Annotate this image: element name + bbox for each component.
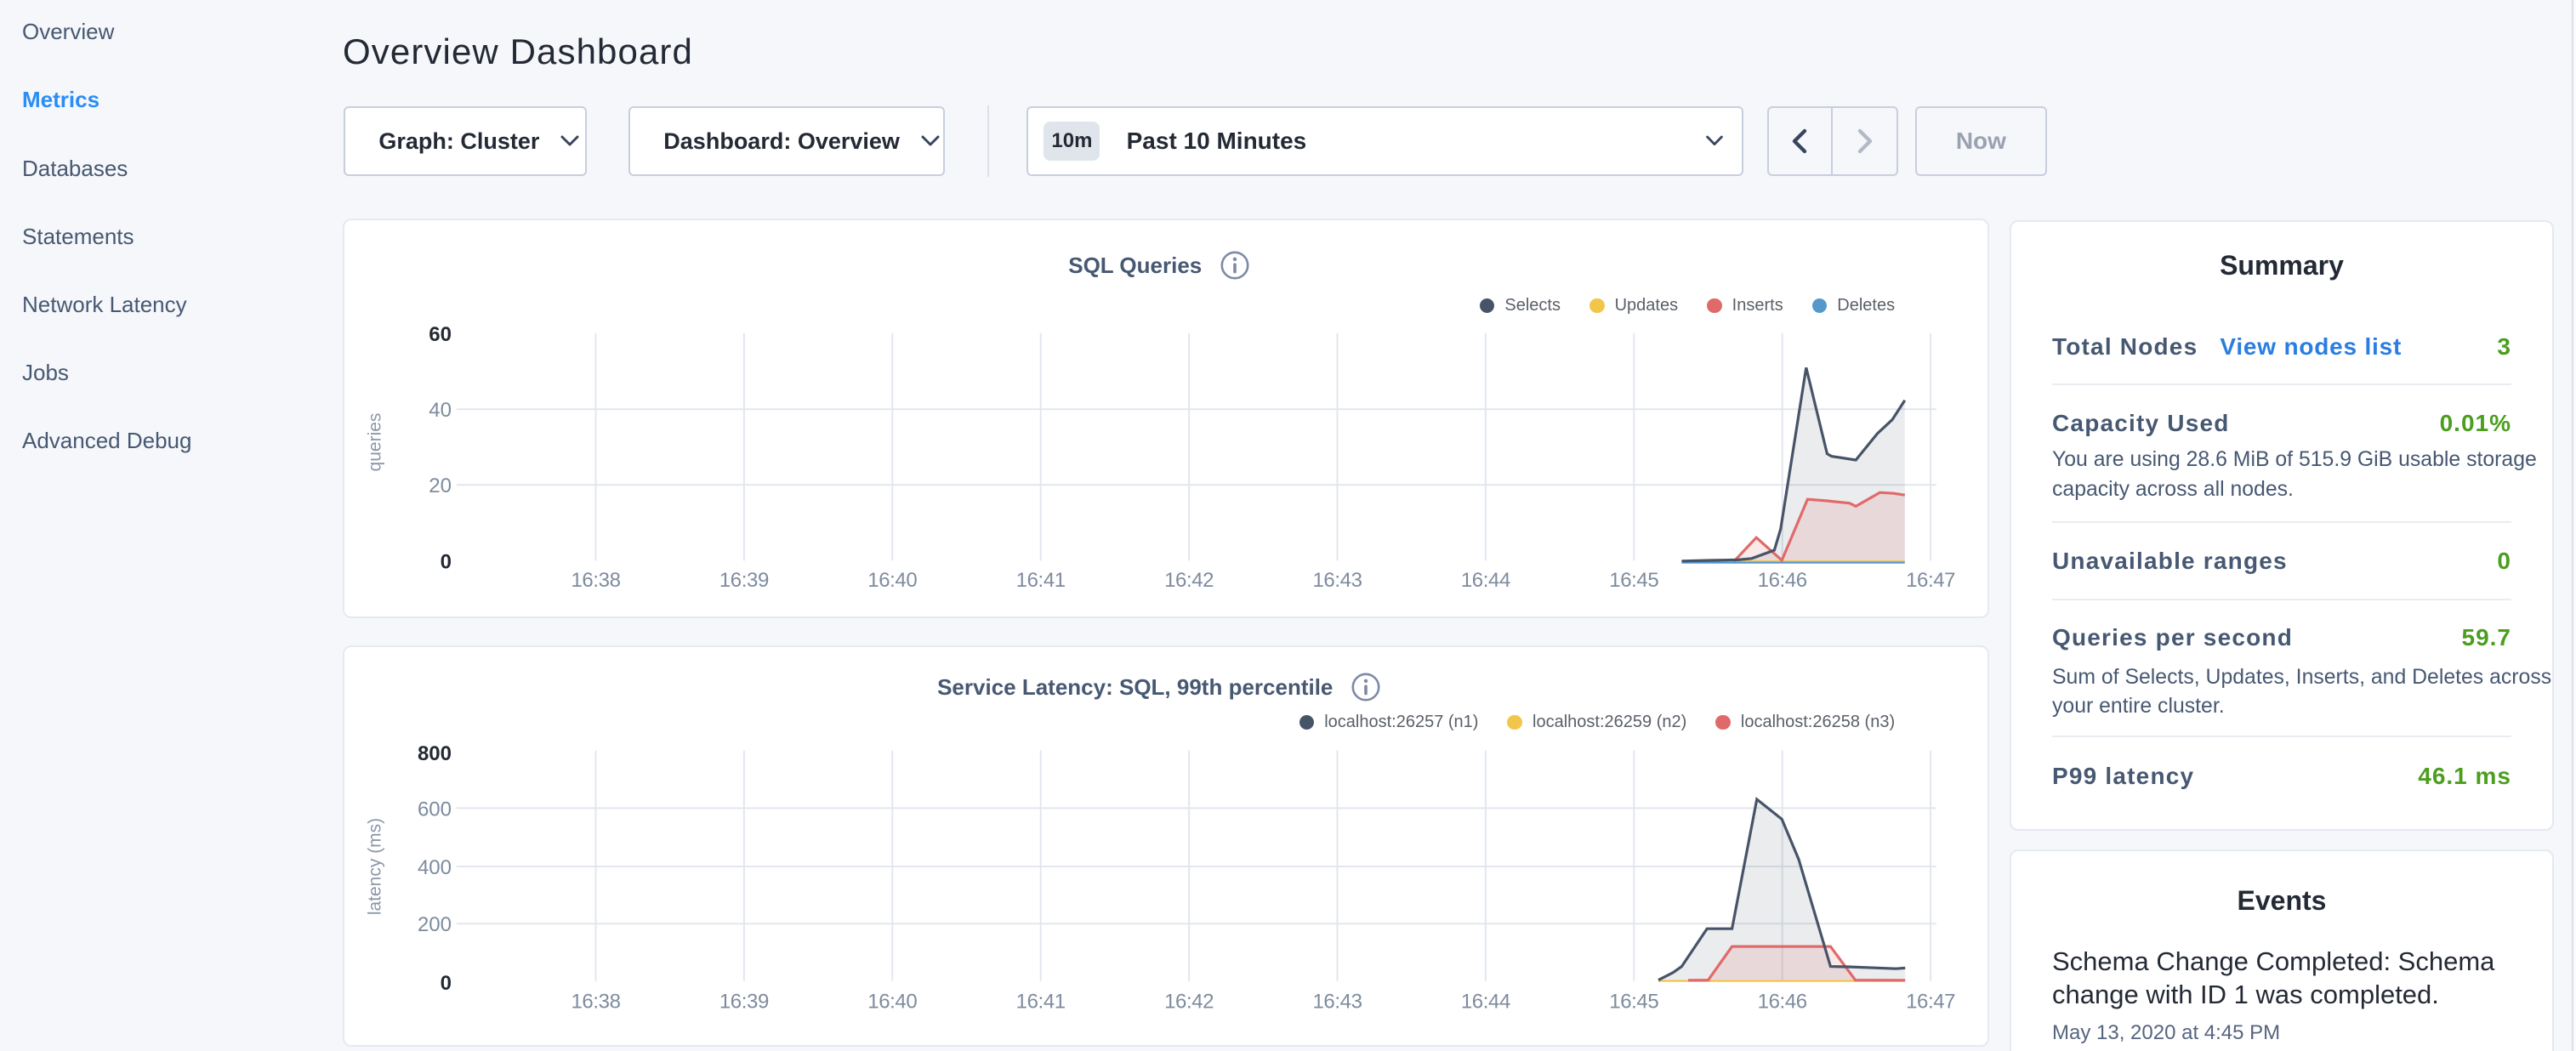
svg-text:16:43: 16:43 (1312, 569, 1362, 592)
svg-text:16:45: 16:45 (1609, 990, 1658, 1013)
svg-text:16:44: 16:44 (1461, 990, 1510, 1013)
svg-text:0: 0 (441, 972, 452, 995)
svg-text:400: 400 (418, 856, 452, 879)
svg-text:40: 40 (429, 399, 452, 422)
svg-text:16:39: 16:39 (719, 990, 769, 1013)
svg-text:16:47: 16:47 (1906, 990, 1955, 1013)
svg-text:16:41: 16:41 (1016, 990, 1066, 1013)
svg-text:200: 200 (418, 913, 452, 936)
svg-text:latency (ms): latency (ms) (366, 818, 385, 915)
svg-text:800: 800 (418, 742, 452, 765)
svg-text:16:42: 16:42 (1164, 990, 1214, 1013)
svg-text:20: 20 (429, 474, 452, 497)
svg-text:16:46: 16:46 (1758, 990, 1807, 1013)
svg-text:16:40: 16:40 (867, 569, 917, 592)
svg-text:16:46: 16:46 (1758, 569, 1807, 592)
svg-text:16:45: 16:45 (1609, 569, 1658, 592)
svg-text:16:39: 16:39 (719, 569, 769, 592)
svg-text:16:38: 16:38 (571, 569, 620, 592)
svg-text:60: 60 (429, 323, 452, 346)
svg-text:0: 0 (441, 550, 452, 573)
svg-text:600: 600 (418, 798, 452, 821)
svg-text:16:38: 16:38 (571, 990, 620, 1013)
svg-text:16:41: 16:41 (1016, 569, 1066, 592)
svg-text:16:47: 16:47 (1906, 569, 1955, 592)
svg-text:queries: queries (366, 413, 385, 472)
svg-text:16:44: 16:44 (1461, 569, 1510, 592)
svg-text:16:40: 16:40 (867, 990, 917, 1013)
svg-text:16:43: 16:43 (1312, 990, 1362, 1013)
svg-text:16:42: 16:42 (1164, 569, 1214, 592)
